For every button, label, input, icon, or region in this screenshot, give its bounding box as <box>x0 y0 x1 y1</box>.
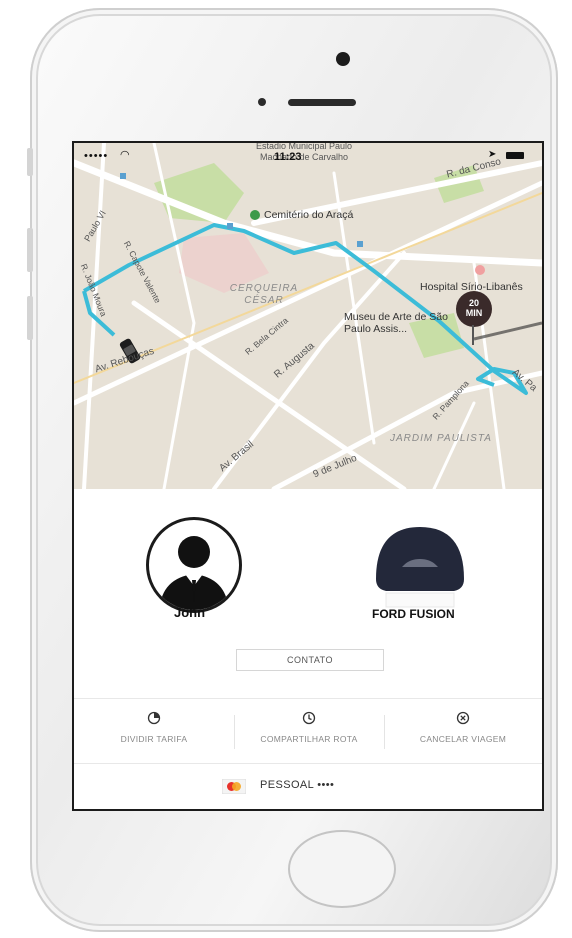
map-label-jardim-paulista: JARDIM PAULISTA <box>390 433 492 444</box>
battery-icon <box>506 152 524 159</box>
status-bar: ••••• ◠ 11:23 ➤ <box>74 143 542 163</box>
mute-switch <box>27 148 33 176</box>
route-map[interactable]: Estadio Municipal Paulo Machado de Carva… <box>74 143 542 489</box>
payment-label: PESSOAL •••• <box>260 779 335 791</box>
car-badge[interactable] <box>374 519 466 611</box>
driver-name: John <box>174 605 206 620</box>
cancel-trip-label: CANCELAR VIAGEM <box>419 734 507 744</box>
payment-method[interactable]: PESSOAL •••• <box>74 763 542 809</box>
person-icon <box>159 536 229 610</box>
cancel-icon <box>456 711 470 725</box>
eta-pin: 20 MIN <box>456 291 492 345</box>
signal-dots: ••••• <box>84 150 109 162</box>
trip-panel: John FORD FUSION CONTATO DIVIDIR TARIFA <box>74 489 542 809</box>
volume-up-button <box>27 228 33 272</box>
split-fare-label: DIVIDIR TARIFA <box>120 734 188 744</box>
front-camera <box>336 52 350 66</box>
mastercard-icon <box>222 779 246 794</box>
driver-avatar[interactable] <box>146 517 242 613</box>
cancel-trip-button[interactable]: CANCELAR VIAGEM <box>384 699 542 763</box>
split-fare-icon <box>147 711 161 725</box>
home-button[interactable] <box>288 830 396 908</box>
contact-button[interactable]: CONTATO <box>236 649 384 671</box>
car-icon <box>376 527 464 608</box>
earpiece-speaker <box>288 99 356 106</box>
eta-unit: MIN <box>465 308 483 318</box>
map-label-cerqueira-cesar: CERQUEIRA CÉSAR <box>229 283 299 306</box>
split-fare-button[interactable]: DIVIDIR TARIFA <box>74 699 234 763</box>
clock-icon <box>302 711 316 725</box>
proximity-sensor <box>258 98 266 106</box>
trip-actions-bar: DIVIDIR TARIFA COMPARTILHAR ROTA CANCELA… <box>74 698 542 764</box>
share-route-button[interactable]: COMPARTILHAR ROTA <box>234 699 384 763</box>
status-time: 11:23 <box>274 151 302 163</box>
volume-down-button <box>27 296 33 340</box>
wifi-icon: ◠ <box>120 149 130 161</box>
car-model: FORD FUSION <box>372 607 455 621</box>
eta-value: 20 <box>468 298 479 308</box>
share-route-label: COMPARTILHAR ROTA <box>260 734 358 744</box>
map-label-museu: Museu de Arte de São Paulo Assis... <box>344 311 448 335</box>
phone-screen: Estadio Municipal Paulo Machado de Carva… <box>72 141 544 811</box>
map-label-cemiterio: Cemitério do Araçá <box>264 209 354 221</box>
